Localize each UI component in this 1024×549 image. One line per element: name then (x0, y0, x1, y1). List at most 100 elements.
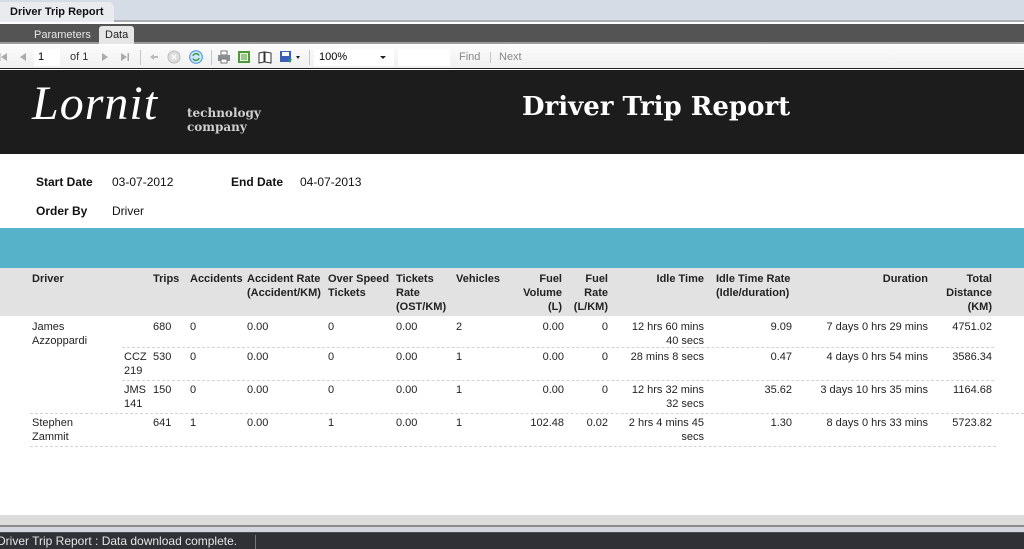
cell-fuel-rate: 0 (601, 321, 608, 333)
cell-total-distance: 5723.82 (952, 417, 992, 429)
document-tab-strip: Driver Trip Report (0, 0, 1024, 22)
report-canvas: Lornit technology company Driver Trip Re… (0, 70, 1024, 515)
cell-duration: 4 days 0 hrs 54 mins (826, 351, 929, 363)
status-bar: Driver Trip Report : Data download compl… (0, 532, 1024, 549)
col-fuel-volume: Fuel Volume (L) (523, 273, 562, 313)
cell-vehicle: CCZ 219 (124, 351, 147, 377)
cell-idle-time: 12 hrs 32 mins 32 secs (631, 384, 704, 410)
cell-duration: 8 days 0 hrs 33 mins (826, 417, 929, 429)
back-icon[interactable] (147, 50, 161, 64)
cell-over-speed: 0 (328, 384, 335, 396)
refresh-icon[interactable] (189, 50, 203, 64)
toolbar-separator (490, 52, 491, 63)
first-page-icon[interactable] (0, 50, 10, 64)
cell-driver: Stephen Zammit (32, 417, 73, 443)
row-divider (30, 446, 996, 447)
prev-page-icon[interactable] (16, 50, 30, 64)
col-accidents: Accidents (190, 273, 243, 285)
cell-fuel-volume: 0.00 (542, 384, 564, 396)
cell-idle-rate: 35.62 (764, 384, 792, 396)
status-separator (255, 535, 256, 549)
col-accident-rate: Accident Rate (Accident/KM) (247, 273, 321, 299)
cell-total-distance: 1164.68 (953, 384, 992, 396)
cell-accidents: 1 (190, 417, 197, 429)
report-banner: Lornit technology company Driver Trip Re… (0, 70, 1024, 154)
cell-fuel-volume: 0.00 (542, 351, 564, 363)
document-tab[interactable]: Driver Trip Report (0, 2, 114, 22)
cell-fuel-volume: 102.48 (530, 417, 564, 429)
col-idle-time: Idle Time (656, 273, 704, 285)
cell-idle-rate: 0.47 (770, 351, 792, 363)
company-logo-subtitle: technology company (187, 106, 261, 134)
col-tickets-rate: Tickets Rate (OST/KM) (396, 273, 447, 313)
cell-total-distance: 3586.34 (952, 351, 992, 363)
cell-fuel-rate: 0 (601, 351, 608, 363)
find-button[interactable]: Find (459, 49, 480, 65)
cell-fuel-rate: 0 (601, 384, 608, 396)
cell-over-speed: 0 (328, 321, 335, 333)
cell-over-speed: 1 (328, 417, 335, 429)
cell-idle-time: 12 hrs 60 mins 40 secs (631, 321, 704, 347)
next-button[interactable]: Next (499, 49, 522, 65)
cell-idle-rate: 1.30 (770, 417, 792, 429)
report-toolbar: 1 of 1 100% Find Next (0, 46, 1024, 69)
cell-duration: 3 days 10 hrs 35 mins (820, 384, 928, 396)
tab-parameters[interactable]: Parameters (28, 26, 97, 44)
table-header: Driver Trips Accidents Accident Rate (Ac… (0, 268, 1024, 316)
cell-total-distance: 4751.02 (952, 321, 992, 333)
cell-accidents: 0 (190, 384, 197, 396)
document-map-icon[interactable] (258, 50, 272, 64)
status-text: Driver Trip Report : Data download compl… (0, 534, 238, 548)
row-divider (30, 413, 1024, 414)
start-date-label: Start Date (36, 175, 93, 189)
view-tabs: Parameters Data (0, 24, 1024, 44)
page-number-input[interactable]: 1 (34, 49, 60, 66)
cell-vehicles: 1 (456, 417, 463, 429)
cell-trips: 641 (153, 417, 172, 429)
cell-duration: 7 days 0 hrs 29 mins (826, 321, 929, 333)
last-page-icon[interactable] (118, 50, 132, 64)
cell-vehicles: 1 (456, 351, 463, 363)
cell-trips: 150 (153, 384, 172, 396)
cell-accident-rate: 0.00 (247, 321, 269, 333)
report-title: Driver Trip Report (522, 92, 791, 122)
logo-sub-line1: technology (187, 106, 261, 120)
end-date-value: 04-07-2013 (300, 175, 362, 189)
page-layout-icon[interactable] (237, 50, 251, 64)
cell-tickets-rate: 0.00 (396, 384, 418, 396)
logo-sub-line2: company (187, 120, 247, 134)
end-date-label: End Date (231, 175, 284, 189)
tab-data[interactable]: Data (99, 26, 135, 44)
col-idle-rate: Idle Time Rate (Idle/duration) (716, 273, 791, 299)
cell-driver: James Azzoppardi (32, 321, 88, 347)
order-by-value: Driver (112, 204, 144, 218)
cell-idle-time: 28 mins 8 secs (630, 351, 704, 363)
next-page-icon[interactable] (98, 50, 112, 64)
cell-accident-rate: 0.00 (247, 417, 269, 429)
cell-accidents: 0 (190, 321, 197, 333)
chevron-down-icon (380, 56, 386, 59)
cell-fuel-volume: 0.00 (542, 321, 564, 333)
row-divider (122, 347, 994, 348)
find-input[interactable] (398, 49, 450, 66)
cell-vehicles: 2 (456, 321, 463, 333)
cell-tickets-rate: 0.00 (396, 321, 418, 333)
zoom-select[interactable]: 100% (314, 49, 394, 66)
cell-over-speed: 0 (328, 351, 335, 363)
export-icon[interactable] (279, 50, 293, 64)
col-vehicles: Vehicles (456, 273, 501, 285)
company-logo: Lornit (32, 77, 159, 130)
stop-icon[interactable] (167, 50, 181, 64)
col-over-speed: Over Speed Tickets (328, 273, 390, 299)
cell-accident-rate: 0.00 (247, 351, 269, 363)
cell-accidents: 0 (190, 351, 197, 363)
export-dropdown-icon[interactable] (293, 50, 307, 64)
cell-accident-rate: 0.00 (247, 384, 269, 396)
report-footer-strip (0, 515, 1024, 527)
cell-tickets-rate: 0.00 (396, 417, 418, 429)
toolbar-separator (309, 50, 310, 65)
toolbar-separator (140, 50, 141, 65)
print-icon[interactable] (217, 50, 231, 64)
cell-fuel-rate: 0.02 (586, 417, 608, 429)
cell-idle-time: 2 hrs 4 mins 45 secs (628, 417, 704, 443)
